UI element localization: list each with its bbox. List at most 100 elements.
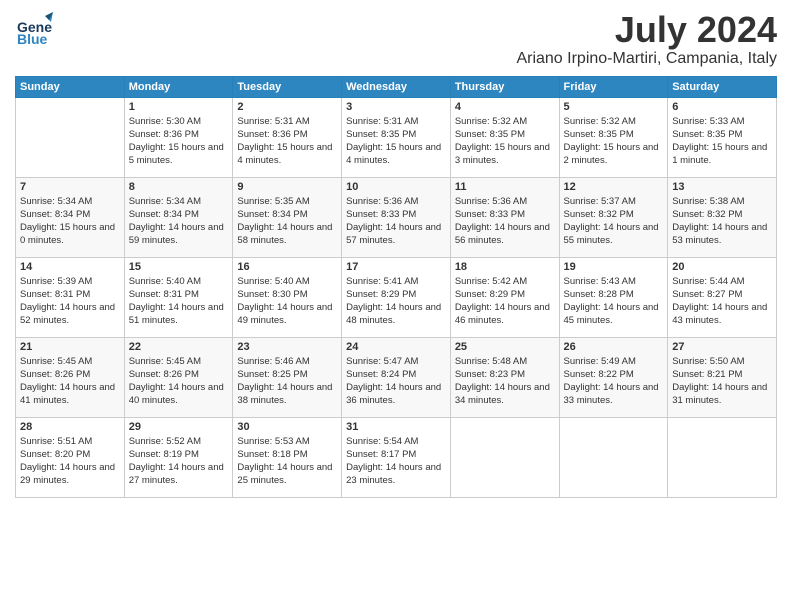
daylight-text: Daylight: 14 hours and 51 minutes.	[129, 301, 229, 328]
sunset-text: Sunset: 8:24 PM	[346, 368, 446, 381]
calendar-cell: 4 Sunrise: 5:32 AM Sunset: 8:35 PM Dayli…	[450, 97, 559, 177]
calendar-cell: 24 Sunrise: 5:47 AM Sunset: 8:24 PM Dayl…	[342, 337, 451, 417]
cell-text: Sunrise: 5:36 AM Sunset: 8:33 PM Dayligh…	[346, 195, 446, 248]
sunset-text: Sunset: 8:35 PM	[455, 128, 555, 141]
daylight-text: Daylight: 14 hours and 55 minutes.	[564, 221, 664, 248]
day-number: 25	[455, 341, 555, 353]
day-number: 26	[564, 341, 664, 353]
calendar-cell: 23 Sunrise: 5:46 AM Sunset: 8:25 PM Dayl…	[233, 337, 342, 417]
day-number: 23	[237, 341, 337, 353]
sunset-text: Sunset: 8:31 PM	[20, 288, 120, 301]
sunrise-text: Sunrise: 5:51 AM	[20, 435, 120, 448]
sunrise-text: Sunrise: 5:42 AM	[455, 275, 555, 288]
cell-text: Sunrise: 5:43 AM Sunset: 8:28 PM Dayligh…	[564, 275, 664, 328]
day-number: 20	[672, 261, 772, 273]
calendar-cell	[559, 417, 668, 497]
col-saturday: Saturday	[668, 76, 777, 97]
sunrise-text: Sunrise: 5:37 AM	[564, 195, 664, 208]
day-number: 4	[455, 101, 555, 113]
sunrise-text: Sunrise: 5:31 AM	[237, 115, 337, 128]
calendar-cell	[668, 417, 777, 497]
sunrise-text: Sunrise: 5:46 AM	[237, 355, 337, 368]
daylight-text: Daylight: 14 hours and 25 minutes.	[237, 461, 337, 488]
sunset-text: Sunset: 8:19 PM	[129, 448, 229, 461]
sunrise-text: Sunrise: 5:34 AM	[20, 195, 120, 208]
calendar-cell: 7 Sunrise: 5:34 AM Sunset: 8:34 PM Dayli…	[16, 177, 125, 257]
calendar-cell: 27 Sunrise: 5:50 AM Sunset: 8:21 PM Dayl…	[668, 337, 777, 417]
cell-text: Sunrise: 5:33 AM Sunset: 8:35 PM Dayligh…	[672, 115, 772, 168]
calendar-cell: 9 Sunrise: 5:35 AM Sunset: 8:34 PM Dayli…	[233, 177, 342, 257]
calendar-page: General Blue July 2024 Ariano Irpino-Mar…	[0, 0, 792, 612]
calendar-cell: 13 Sunrise: 5:38 AM Sunset: 8:32 PM Dayl…	[668, 177, 777, 257]
calendar-row: 28 Sunrise: 5:51 AM Sunset: 8:20 PM Dayl…	[16, 417, 777, 497]
cell-text: Sunrise: 5:47 AM Sunset: 8:24 PM Dayligh…	[346, 355, 446, 408]
day-number: 16	[237, 261, 337, 273]
location-title: Ariano Irpino-Martiri, Campania, Italy	[516, 50, 777, 68]
daylight-text: Daylight: 14 hours and 23 minutes.	[346, 461, 446, 488]
cell-text: Sunrise: 5:38 AM Sunset: 8:32 PM Dayligh…	[672, 195, 772, 248]
sunset-text: Sunset: 8:32 PM	[564, 208, 664, 221]
cell-text: Sunrise: 5:51 AM Sunset: 8:20 PM Dayligh…	[20, 435, 120, 488]
day-number: 29	[129, 421, 229, 433]
daylight-text: Daylight: 14 hours and 49 minutes.	[237, 301, 337, 328]
sunset-text: Sunset: 8:17 PM	[346, 448, 446, 461]
day-number: 19	[564, 261, 664, 273]
sunset-text: Sunset: 8:20 PM	[20, 448, 120, 461]
col-monday: Monday	[124, 76, 233, 97]
calendar-cell: 19 Sunrise: 5:43 AM Sunset: 8:28 PM Dayl…	[559, 257, 668, 337]
sunrise-text: Sunrise: 5:32 AM	[455, 115, 555, 128]
calendar-cell: 16 Sunrise: 5:40 AM Sunset: 8:30 PM Dayl…	[233, 257, 342, 337]
cell-text: Sunrise: 5:32 AM Sunset: 8:35 PM Dayligh…	[455, 115, 555, 168]
sunrise-text: Sunrise: 5:45 AM	[20, 355, 120, 368]
cell-text: Sunrise: 5:53 AM Sunset: 8:18 PM Dayligh…	[237, 435, 337, 488]
cell-text: Sunrise: 5:52 AM Sunset: 8:19 PM Dayligh…	[129, 435, 229, 488]
sunset-text: Sunset: 8:35 PM	[346, 128, 446, 141]
calendar-cell: 29 Sunrise: 5:52 AM Sunset: 8:19 PM Dayl…	[124, 417, 233, 497]
cell-text: Sunrise: 5:30 AM Sunset: 8:36 PM Dayligh…	[129, 115, 229, 168]
cell-text: Sunrise: 5:50 AM Sunset: 8:21 PM Dayligh…	[672, 355, 772, 408]
daylight-text: Daylight: 14 hours and 34 minutes.	[455, 381, 555, 408]
sunset-text: Sunset: 8:30 PM	[237, 288, 337, 301]
sunset-text: Sunset: 8:34 PM	[20, 208, 120, 221]
calendar-cell: 21 Sunrise: 5:45 AM Sunset: 8:26 PM Dayl…	[16, 337, 125, 417]
calendar-cell: 6 Sunrise: 5:33 AM Sunset: 8:35 PM Dayli…	[668, 97, 777, 177]
calendar-cell: 1 Sunrise: 5:30 AM Sunset: 8:36 PM Dayli…	[124, 97, 233, 177]
daylight-text: Daylight: 14 hours and 40 minutes.	[129, 381, 229, 408]
day-number: 17	[346, 261, 446, 273]
sunset-text: Sunset: 8:25 PM	[237, 368, 337, 381]
sunrise-text: Sunrise: 5:39 AM	[20, 275, 120, 288]
cell-text: Sunrise: 5:39 AM Sunset: 8:31 PM Dayligh…	[20, 275, 120, 328]
sunset-text: Sunset: 8:23 PM	[455, 368, 555, 381]
calendar-row: 21 Sunrise: 5:45 AM Sunset: 8:26 PM Dayl…	[16, 337, 777, 417]
daylight-text: Daylight: 14 hours and 29 minutes.	[20, 461, 120, 488]
calendar-cell	[450, 417, 559, 497]
daylight-text: Daylight: 14 hours and 38 minutes.	[237, 381, 337, 408]
sunrise-text: Sunrise: 5:44 AM	[672, 275, 772, 288]
calendar-table: Sunday Monday Tuesday Wednesday Thursday…	[15, 76, 777, 498]
sunset-text: Sunset: 8:22 PM	[564, 368, 664, 381]
col-friday: Friday	[559, 76, 668, 97]
cell-text: Sunrise: 5:37 AM Sunset: 8:32 PM Dayligh…	[564, 195, 664, 248]
sunrise-text: Sunrise: 5:45 AM	[129, 355, 229, 368]
daylight-text: Daylight: 15 hours and 4 minutes.	[346, 141, 446, 168]
sunrise-text: Sunrise: 5:33 AM	[672, 115, 772, 128]
title-area: July 2024 Ariano Irpino-Martiri, Campani…	[516, 10, 777, 68]
daylight-text: Daylight: 14 hours and 52 minutes.	[20, 301, 120, 328]
cell-text: Sunrise: 5:35 AM Sunset: 8:34 PM Dayligh…	[237, 195, 337, 248]
daylight-text: Daylight: 15 hours and 0 minutes.	[20, 221, 120, 248]
calendar-cell: 12 Sunrise: 5:37 AM Sunset: 8:32 PM Dayl…	[559, 177, 668, 257]
cell-text: Sunrise: 5:46 AM Sunset: 8:25 PM Dayligh…	[237, 355, 337, 408]
day-number: 8	[129, 181, 229, 193]
sunset-text: Sunset: 8:34 PM	[237, 208, 337, 221]
daylight-text: Daylight: 14 hours and 33 minutes.	[564, 381, 664, 408]
sunrise-text: Sunrise: 5:48 AM	[455, 355, 555, 368]
calendar-row: 7 Sunrise: 5:34 AM Sunset: 8:34 PM Dayli…	[16, 177, 777, 257]
sunset-text: Sunset: 8:28 PM	[564, 288, 664, 301]
calendar-cell: 17 Sunrise: 5:41 AM Sunset: 8:29 PM Dayl…	[342, 257, 451, 337]
daylight-text: Daylight: 15 hours and 4 minutes.	[237, 141, 337, 168]
sunset-text: Sunset: 8:27 PM	[672, 288, 772, 301]
cell-text: Sunrise: 5:48 AM Sunset: 8:23 PM Dayligh…	[455, 355, 555, 408]
sunrise-text: Sunrise: 5:49 AM	[564, 355, 664, 368]
sunset-text: Sunset: 8:21 PM	[672, 368, 772, 381]
sunset-text: Sunset: 8:26 PM	[129, 368, 229, 381]
